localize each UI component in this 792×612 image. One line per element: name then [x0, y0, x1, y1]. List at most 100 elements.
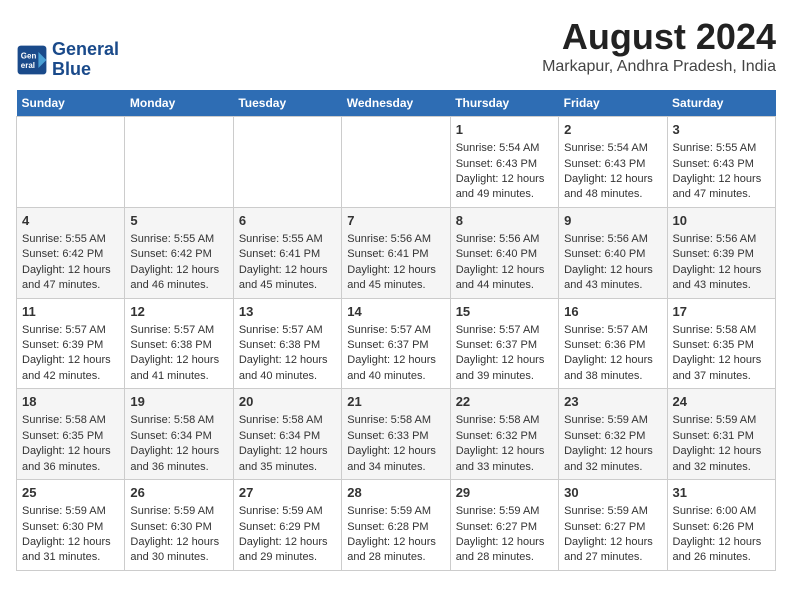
- day-info: Daylight: 12 hours: [130, 353, 227, 368]
- svg-text:Gen: Gen: [21, 52, 37, 61]
- day-number: 17: [673, 303, 770, 321]
- calendar-week-row: 18Sunrise: 5:58 AMSunset: 6:35 PMDayligh…: [17, 389, 776, 480]
- calendar-cell: 7Sunrise: 5:56 AMSunset: 6:41 PMDaylight…: [342, 207, 450, 298]
- day-number: 13: [239, 303, 336, 321]
- day-info: Daylight: 12 hours: [22, 444, 119, 459]
- calendar-cell: 27Sunrise: 5:59 AMSunset: 6:29 PMDayligh…: [233, 480, 341, 571]
- day-info: Daylight: 12 hours: [673, 172, 770, 187]
- calendar-cell: 3Sunrise: 5:55 AMSunset: 6:43 PMDaylight…: [667, 117, 775, 208]
- calendar-cell: 17Sunrise: 5:58 AMSunset: 6:35 PMDayligh…: [667, 298, 775, 389]
- day-header-thursday: Thursday: [450, 90, 558, 117]
- logo: Gen eral General Blue: [16, 40, 119, 80]
- day-info: and 32 minutes.: [564, 460, 661, 475]
- day-info: Sunset: 6:34 PM: [130, 429, 227, 444]
- day-info: Sunrise: 5:58 AM: [22, 413, 119, 428]
- day-info: and 42 minutes.: [22, 369, 119, 384]
- calendar-cell: 9Sunrise: 5:56 AMSunset: 6:40 PMDaylight…: [559, 207, 667, 298]
- day-info: Daylight: 12 hours: [239, 535, 336, 550]
- day-info: and 41 minutes.: [130, 369, 227, 384]
- day-info: and 31 minutes.: [22, 550, 119, 565]
- day-info: Daylight: 12 hours: [22, 263, 119, 278]
- day-info: Daylight: 12 hours: [564, 263, 661, 278]
- calendar-week-row: 1Sunrise: 5:54 AMSunset: 6:43 PMDaylight…: [17, 117, 776, 208]
- calendar-cell: 23Sunrise: 5:59 AMSunset: 6:32 PMDayligh…: [559, 389, 667, 480]
- day-number: 4: [22, 212, 119, 230]
- day-info: Daylight: 12 hours: [130, 535, 227, 550]
- day-info: Sunset: 6:35 PM: [22, 429, 119, 444]
- day-info: Sunset: 6:39 PM: [22, 338, 119, 353]
- day-info: Sunset: 6:27 PM: [456, 520, 553, 535]
- calendar-cell: 16Sunrise: 5:57 AMSunset: 6:36 PMDayligh…: [559, 298, 667, 389]
- title-section: August 2024 Markapur, Andhra Pradesh, In…: [542, 16, 776, 76]
- day-info: Daylight: 12 hours: [564, 172, 661, 187]
- day-info: Daylight: 12 hours: [239, 353, 336, 368]
- svg-text:eral: eral: [21, 61, 35, 70]
- day-info: Daylight: 12 hours: [22, 535, 119, 550]
- calendar-cell: 26Sunrise: 5:59 AMSunset: 6:30 PMDayligh…: [125, 480, 233, 571]
- day-info: Sunrise: 5:56 AM: [347, 232, 444, 247]
- calendar-cell: 29Sunrise: 5:59 AMSunset: 6:27 PMDayligh…: [450, 480, 558, 571]
- day-info: Sunrise: 5:57 AM: [22, 323, 119, 338]
- day-info: Sunrise: 5:59 AM: [673, 413, 770, 428]
- day-number: 7: [347, 212, 444, 230]
- calendar-cell: 1Sunrise: 5:54 AMSunset: 6:43 PMDaylight…: [450, 117, 558, 208]
- day-number: 9: [564, 212, 661, 230]
- day-info: Daylight: 12 hours: [347, 444, 444, 459]
- day-number: 12: [130, 303, 227, 321]
- calendar-week-row: 25Sunrise: 5:59 AMSunset: 6:30 PMDayligh…: [17, 480, 776, 571]
- day-info: Sunrise: 5:55 AM: [22, 232, 119, 247]
- day-number: 22: [456, 393, 553, 411]
- day-info: and 47 minutes.: [673, 187, 770, 202]
- day-info: Daylight: 12 hours: [130, 263, 227, 278]
- day-info: and 28 minutes.: [347, 550, 444, 565]
- day-number: 18: [22, 393, 119, 411]
- day-info: Daylight: 12 hours: [347, 353, 444, 368]
- day-info: Sunset: 6:32 PM: [456, 429, 553, 444]
- day-number: 28: [347, 484, 444, 502]
- day-info: Sunset: 6:37 PM: [456, 338, 553, 353]
- calendar-cell: [233, 117, 341, 208]
- calendar-body: 1Sunrise: 5:54 AMSunset: 6:43 PMDaylight…: [17, 117, 776, 571]
- day-info: Sunrise: 5:59 AM: [130, 504, 227, 519]
- day-info: Sunrise: 5:55 AM: [239, 232, 336, 247]
- day-number: 10: [673, 212, 770, 230]
- day-info: Daylight: 12 hours: [347, 263, 444, 278]
- day-info: Daylight: 12 hours: [239, 263, 336, 278]
- day-info: Sunset: 6:43 PM: [564, 157, 661, 172]
- day-info: and 46 minutes.: [130, 278, 227, 293]
- calendar-cell: 12Sunrise: 5:57 AMSunset: 6:38 PMDayligh…: [125, 298, 233, 389]
- day-info: and 37 minutes.: [673, 369, 770, 384]
- day-info: Sunrise: 5:59 AM: [347, 504, 444, 519]
- day-info: and 40 minutes.: [239, 369, 336, 384]
- calendar-cell: 8Sunrise: 5:56 AMSunset: 6:40 PMDaylight…: [450, 207, 558, 298]
- logo-text: General Blue: [52, 40, 119, 80]
- day-info: Sunrise: 5:57 AM: [239, 323, 336, 338]
- calendar-week-row: 4Sunrise: 5:55 AMSunset: 6:42 PMDaylight…: [17, 207, 776, 298]
- day-number: 24: [673, 393, 770, 411]
- day-info: Sunset: 6:31 PM: [673, 429, 770, 444]
- calendar-cell: 5Sunrise: 5:55 AMSunset: 6:42 PMDaylight…: [125, 207, 233, 298]
- calendar-subtitle: Markapur, Andhra Pradesh, India: [542, 58, 776, 76]
- day-info: and 27 minutes.: [564, 550, 661, 565]
- calendar-cell: 18 Sunrise: 5:58 AMSunset: 6:35 PMDayligh…: [17, 389, 125, 480]
- day-info: Sunrise: 5:58 AM: [456, 413, 553, 428]
- day-info: Sunrise: 5:59 AM: [239, 504, 336, 519]
- day-info: Sunrise: 5:58 AM: [347, 413, 444, 428]
- day-info: Daylight: 12 hours: [130, 444, 227, 459]
- day-info: Sunset: 6:26 PM: [673, 520, 770, 535]
- calendar-cell: 2Sunrise: 5:54 AMSunset: 6:43 PMDaylight…: [559, 117, 667, 208]
- calendar-week-row: 11Sunrise: 5:57 AMSunset: 6:39 PMDayligh…: [17, 298, 776, 389]
- day-info: Sunrise: 5:59 AM: [22, 504, 119, 519]
- day-info: and 44 minutes.: [456, 278, 553, 293]
- day-info: and 45 minutes.: [347, 278, 444, 293]
- day-number: 21: [347, 393, 444, 411]
- day-info: and 38 minutes.: [564, 369, 661, 384]
- day-info: and 43 minutes.: [673, 278, 770, 293]
- day-info: Daylight: 12 hours: [456, 263, 553, 278]
- day-info: Daylight: 12 hours: [239, 444, 336, 459]
- day-info: Sunset: 6:29 PM: [239, 520, 336, 535]
- day-header-friday: Friday: [559, 90, 667, 117]
- day-info: Daylight: 12 hours: [564, 353, 661, 368]
- day-number: 30: [564, 484, 661, 502]
- day-info: Sunset: 6:39 PM: [673, 247, 770, 262]
